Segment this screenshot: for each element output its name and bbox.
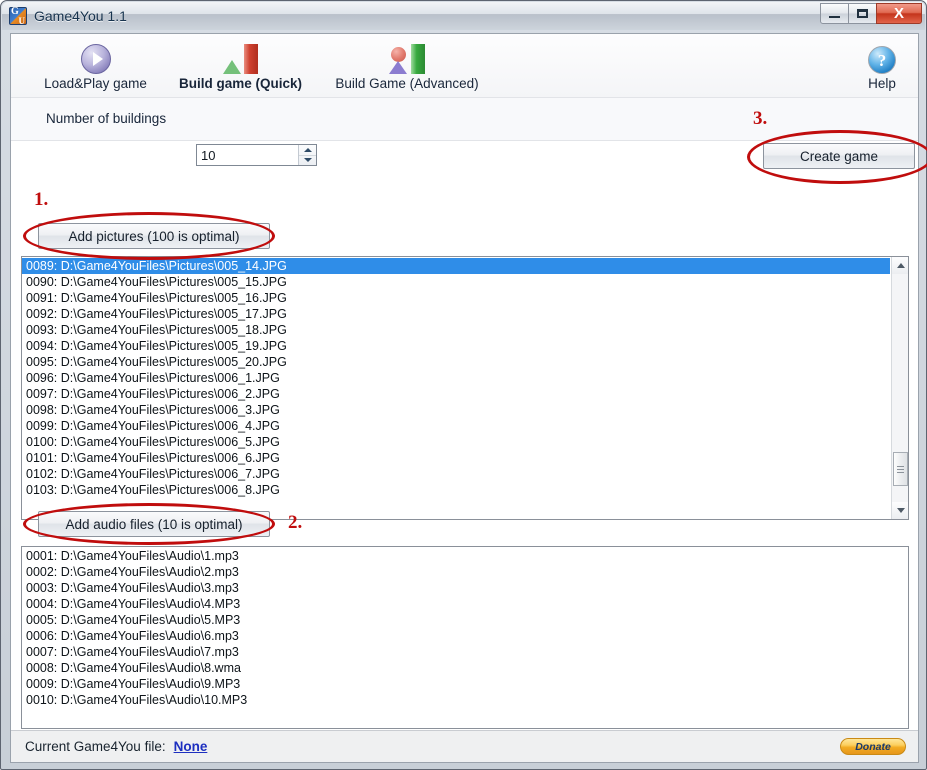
scrollbar-thumb[interactable]	[893, 452, 908, 486]
list-item[interactable]: 0095: D:\Game4YouFiles\Pictures\005_20.J…	[22, 354, 890, 370]
tab-build-game-quick[interactable]: Build game (Quick)	[168, 42, 313, 91]
pictures-listbox[interactable]: 0089: D:\Game4YouFiles\Pictures\005_14.J…	[21, 256, 909, 520]
list-item[interactable]: 0100: D:\Game4YouFiles\Pictures\006_5.JP…	[22, 434, 890, 450]
stepper-arrows	[298, 145, 316, 165]
list-item[interactable]: 0097: D:\Game4YouFiles\Pictures\006_2.JP…	[22, 386, 890, 402]
stepper-up-button[interactable]	[299, 145, 316, 156]
list-item[interactable]: 0006: D:\Game4YouFiles\Audio\6.mp3	[22, 628, 908, 644]
tab-load-play-game-label: Load&Play game	[44, 76, 147, 91]
tab-build-game-advanced-label: Build Game (Advanced)	[335, 76, 479, 91]
current-file-label: Current Game4You file:	[25, 739, 166, 754]
list-item[interactable]: 0091: D:\Game4YouFiles\Pictures\005_16.J…	[22, 290, 890, 306]
list-item[interactable]: 0005: D:\Game4YouFiles\Audio\5.MP3	[22, 612, 908, 628]
minimize-icon	[829, 16, 840, 18]
audio-listbox[interactable]: 0001: D:\Game4YouFiles\Audio\1.mp3 0002: …	[21, 546, 909, 729]
shapes-bar-icon	[316, 42, 498, 74]
help-label: Help	[868, 76, 896, 91]
add-audio-files-button[interactable]: Add audio files (10 is optimal)	[38, 511, 270, 537]
list-item[interactable]: 0103: D:\Game4YouFiles\Pictures\006_8.JP…	[22, 482, 890, 498]
settings-strip: Number of buildings	[11, 98, 918, 141]
annotation-step-2: 2.	[288, 512, 303, 533]
list-item[interactable]: 0007: D:\Game4YouFiles\Audio\7.mp3	[22, 644, 908, 660]
add-pictures-button[interactable]: Add pictures (100 is optimal)	[38, 223, 270, 249]
buildings-label: Number of buildings	[46, 111, 167, 126]
stepper-down-button[interactable]	[299, 156, 316, 166]
chevron-down-icon	[303, 158, 312, 163]
list-item[interactable]: 0003: D:\Game4YouFiles\Audio\3.mp3	[22, 580, 908, 596]
list-item[interactable]: 0090: D:\Game4YouFiles\Pictures\005_15.J…	[22, 274, 890, 290]
list-item[interactable]: 0094: D:\Game4YouFiles\Pictures\005_19.J…	[22, 338, 890, 354]
maximize-button[interactable]	[848, 3, 877, 24]
list-item[interactable]: 0001: D:\Game4YouFiles\Audio\1.mp3	[22, 548, 908, 564]
close-button[interactable]: X	[876, 3, 922, 24]
list-item[interactable]: 0102: D:\Game4YouFiles\Pictures\006_7.JP…	[22, 466, 890, 482]
application-window: Game4You 1.1 X Load&Play game Build game…	[0, 0, 927, 770]
list-item[interactable]: 0008: D:\Game4YouFiles\Audio\8.wma	[22, 660, 908, 676]
list-item[interactable]: 0092: D:\Game4YouFiles\Pictures\005_17.J…	[22, 306, 890, 322]
list-item[interactable]: 0002: D:\Game4YouFiles\Audio\2.mp3	[22, 564, 908, 580]
buildings-input[interactable]: 10	[197, 145, 298, 165]
list-item[interactable]: 0101: D:\Game4YouFiles\Pictures\006_6.JP…	[22, 450, 890, 466]
tab-load-play-game[interactable]: Load&Play game	[23, 42, 168, 91]
create-game-button[interactable]: Create game	[763, 143, 915, 169]
window-controls: X	[820, 3, 922, 24]
tab-build-game-quick-label: Build game (Quick)	[178, 76, 303, 91]
pictures-rows: 0089: D:\Game4YouFiles\Pictures\005_14.J…	[22, 257, 890, 519]
audio-rows: 0001: D:\Game4YouFiles\Audio\1.mp3 0002: …	[22, 547, 908, 728]
scroll-down-button[interactable]	[892, 502, 908, 519]
list-item[interactable]: 0004: D:\Game4YouFiles\Audio\4.MP3	[22, 596, 908, 612]
donate-button[interactable]: Donate	[840, 738, 906, 755]
status-bar: Current Game4You file: None Donate	[11, 730, 918, 762]
title-bar: Game4You 1.1 X	[2, 2, 925, 30]
pictures-scrollbar[interactable]	[891, 257, 908, 519]
list-item[interactable]: 0089: D:\Game4YouFiles\Pictures\005_14.J…	[22, 258, 890, 274]
scroll-down-icon	[896, 508, 905, 513]
client-area: Load&Play game Build game (Quick) Build …	[10, 33, 927, 763]
annotation-step-3: 3.	[753, 108, 768, 129]
list-item[interactable]: 0096: D:\Game4YouFiles\Pictures\006_1.JP…	[22, 370, 890, 386]
help-question-icon: ?	[856, 42, 908, 74]
list-item[interactable]: 0099: D:\Game4YouFiles\Pictures\006_4.JP…	[22, 418, 890, 434]
list-item[interactable]: 0010: D:\Game4YouFiles\Audio\10.MP3	[22, 692, 908, 708]
list-item[interactable]: 0009: D:\Game4YouFiles\Audio\9.MP3	[22, 676, 908, 692]
triangle-bar-icon	[168, 42, 313, 74]
maximize-icon	[857, 9, 868, 18]
list-item[interactable]: 0098: D:\Game4YouFiles\Pictures\006_3.JP…	[22, 402, 890, 418]
scroll-up-button[interactable]	[892, 257, 908, 274]
toolbar: Load&Play game Build game (Quick) Build …	[11, 34, 918, 98]
minimize-button[interactable]	[820, 3, 849, 24]
list-item[interactable]: 0093: D:\Game4YouFiles\Pictures\005_18.J…	[22, 322, 890, 338]
chevron-up-icon	[303, 147, 312, 152]
tab-build-game-advanced[interactable]: Build Game (Advanced)	[316, 42, 498, 91]
scroll-up-icon	[896, 263, 905, 268]
play-circle-icon	[23, 42, 168, 74]
current-file-link[interactable]: None	[174, 739, 208, 754]
annotation-step-1: 1.	[34, 189, 49, 210]
app-logo-icon	[9, 6, 27, 26]
help-button[interactable]: ? Help	[856, 42, 908, 91]
window-title: Game4You 1.1	[34, 8, 127, 24]
buildings-stepper[interactable]: 10	[196, 144, 317, 166]
